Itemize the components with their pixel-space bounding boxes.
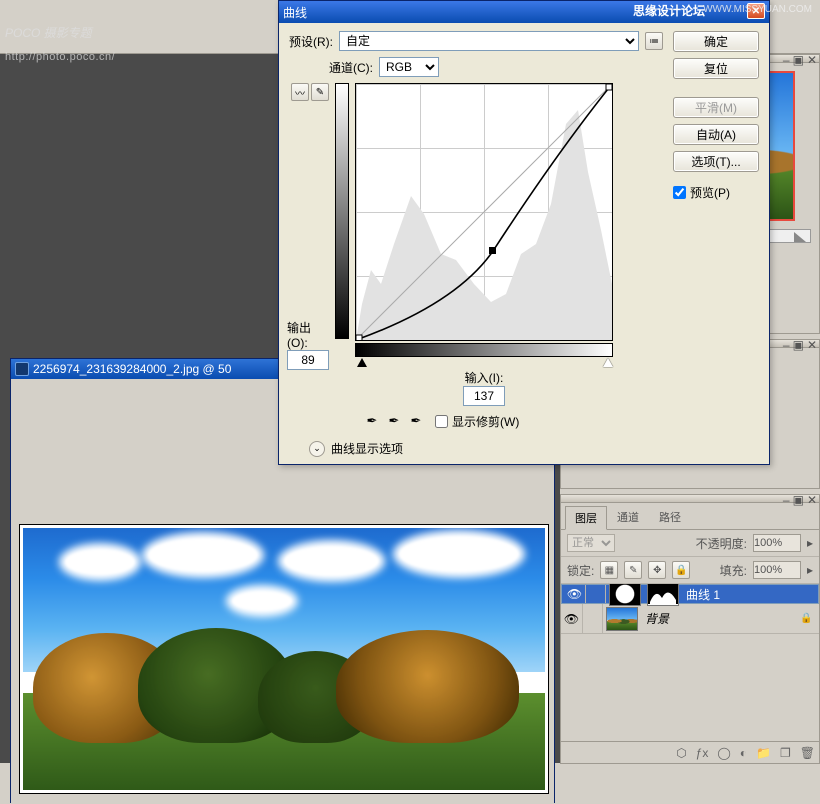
lock-paint-icon[interactable]: ✎ (624, 561, 642, 579)
group-icon[interactable]: 📁 (756, 746, 771, 760)
output-gradient (335, 83, 349, 339)
fill-label: 填充: (720, 562, 747, 579)
lock-move-icon[interactable]: ✥ (648, 561, 666, 579)
output-label: 输出(O): (287, 319, 329, 350)
tab-channels[interactable]: 通道 (607, 505, 649, 529)
layer-name: 曲线 1 (686, 586, 720, 603)
black-point-handle[interactable] (357, 358, 367, 367)
link-layers-icon[interactable]: ⬡ (676, 746, 686, 760)
doc-icon (15, 362, 29, 376)
trash-icon[interactable]: 🗑 (800, 746, 815, 760)
forum-name: 思缘设计论坛 (633, 2, 705, 19)
input-gradient (355, 343, 613, 357)
layer-name: 背景 (645, 610, 669, 627)
preset-select[interactable]: 自定 (339, 31, 639, 51)
input-input[interactable] (463, 386, 505, 406)
layer-background[interactable]: 👁 背景 🔒 (561, 604, 819, 634)
display-options-label: 曲线显示选项 (331, 440, 403, 457)
black-dropper-icon[interactable]: ✒ (363, 412, 381, 430)
fx-icon[interactable]: ƒx (696, 746, 709, 760)
fill-input[interactable] (753, 561, 801, 579)
layer-list: 👁 曲线 1 👁 背景 🔒 (561, 584, 819, 744)
preset-menu-icon[interactable]: ≔ (645, 32, 663, 50)
layer-thumb (606, 607, 638, 631)
image-canvas[interactable] (19, 524, 549, 794)
visibility-toggle[interactable]: 👁 (561, 604, 583, 633)
landscape-image (23, 528, 545, 790)
curve-svg (356, 84, 612, 340)
curve-graph[interactable] (355, 83, 613, 341)
input-label: 输入(I): (465, 369, 504, 386)
new-layer-icon[interactable]: ❐ (780, 746, 791, 760)
lock-label: 锁定: (567, 562, 594, 579)
smooth-button[interactable]: 平滑(M) (673, 97, 759, 118)
show-clipping-checkbox[interactable]: 显示修剪(W) (435, 413, 519, 430)
doc-title: 2256974_231639284000_2.jpg @ 50 (33, 362, 231, 376)
pencil-tool-icon[interactable]: ✎ (311, 83, 329, 101)
layers-panel[interactable]: –▣✕ 图层 通道 路径 正常 不透明度: ▸ 锁定: ▦ ✎ ✥ 🔒 填充: … (560, 494, 820, 764)
white-dropper-icon[interactable]: ✒ (407, 412, 425, 430)
adjustment-icon[interactable]: ◐ (740, 746, 747, 760)
app-root: POCO 摄影专题 http://photo.poco.cn/ 思缘设计论坛 W… (0, 0, 820, 763)
preview-checkbox[interactable]: 预览(P) (673, 184, 759, 201)
watermark-url: http://photo.poco.cn/ (5, 51, 115, 63)
link-cell[interactable] (586, 585, 606, 603)
fill-arrow-icon[interactable]: ▸ (807, 563, 813, 577)
curves-dialog[interactable]: 曲线 ✕ 预设(R): 自定 ≔ 通道(C): RGB 〰 ✎ (278, 0, 770, 465)
tab-layers[interactable]: 图层 (565, 506, 607, 530)
options-button[interactable]: 选项(T)... (673, 151, 759, 172)
eye-icon: 👁 (564, 612, 579, 626)
adjustment-thumb (609, 584, 641, 606)
blend-mode-select[interactable]: 正常 (567, 534, 615, 552)
tab-paths[interactable]: 路径 (649, 505, 691, 529)
layers-footer: ⬡ ƒx ◯ ◐ 📁 ❐ 🗑 (561, 741, 819, 763)
ok-button[interactable]: 确定 (673, 31, 759, 52)
gray-dropper-icon[interactable]: ✒ (385, 412, 403, 430)
opacity-arrow-icon[interactable]: ▸ (807, 536, 813, 550)
opacity-label: 不透明度: (696, 535, 747, 552)
expand-options-button[interactable]: ⌄ (309, 441, 325, 457)
lock-icon: 🔒 (800, 613, 812, 624)
opacity-input[interactable] (753, 534, 801, 552)
channel-label: 通道(C): (329, 59, 373, 76)
cancel-button[interactable]: 复位 (673, 58, 759, 79)
mask-thumb (647, 584, 679, 606)
curve-tool-icon[interactable]: 〰 (291, 83, 309, 101)
mask-icon[interactable]: ◯ (717, 746, 730, 760)
auto-button[interactable]: 自动(A) (673, 124, 759, 145)
lock-all-icon[interactable]: 🔒 (672, 561, 690, 579)
output-input[interactable] (287, 350, 329, 370)
eye-icon: 👁 (567, 587, 582, 601)
layers-tabs: 图层 通道 路径 (561, 503, 819, 530)
white-point-handle[interactable] (603, 358, 613, 367)
preset-label: 预设(R): (289, 33, 333, 50)
dialog-title: 曲线 (283, 4, 307, 21)
lock-transparent-icon[interactable]: ▦ (600, 561, 618, 579)
watermark: POCO 摄影专题 http://photo.poco.cn/ (5, 20, 115, 66)
channel-select[interactable]: RGB (379, 57, 439, 77)
layer-curves[interactable]: 👁 曲线 1 (561, 584, 819, 604)
visibility-toggle[interactable]: 👁 (564, 585, 586, 603)
forum-url: WWW.MISSYUAN.COM (703, 4, 812, 15)
watermark-brand: POCO 摄影专题 (5, 26, 92, 40)
link-cell[interactable] (583, 604, 603, 633)
